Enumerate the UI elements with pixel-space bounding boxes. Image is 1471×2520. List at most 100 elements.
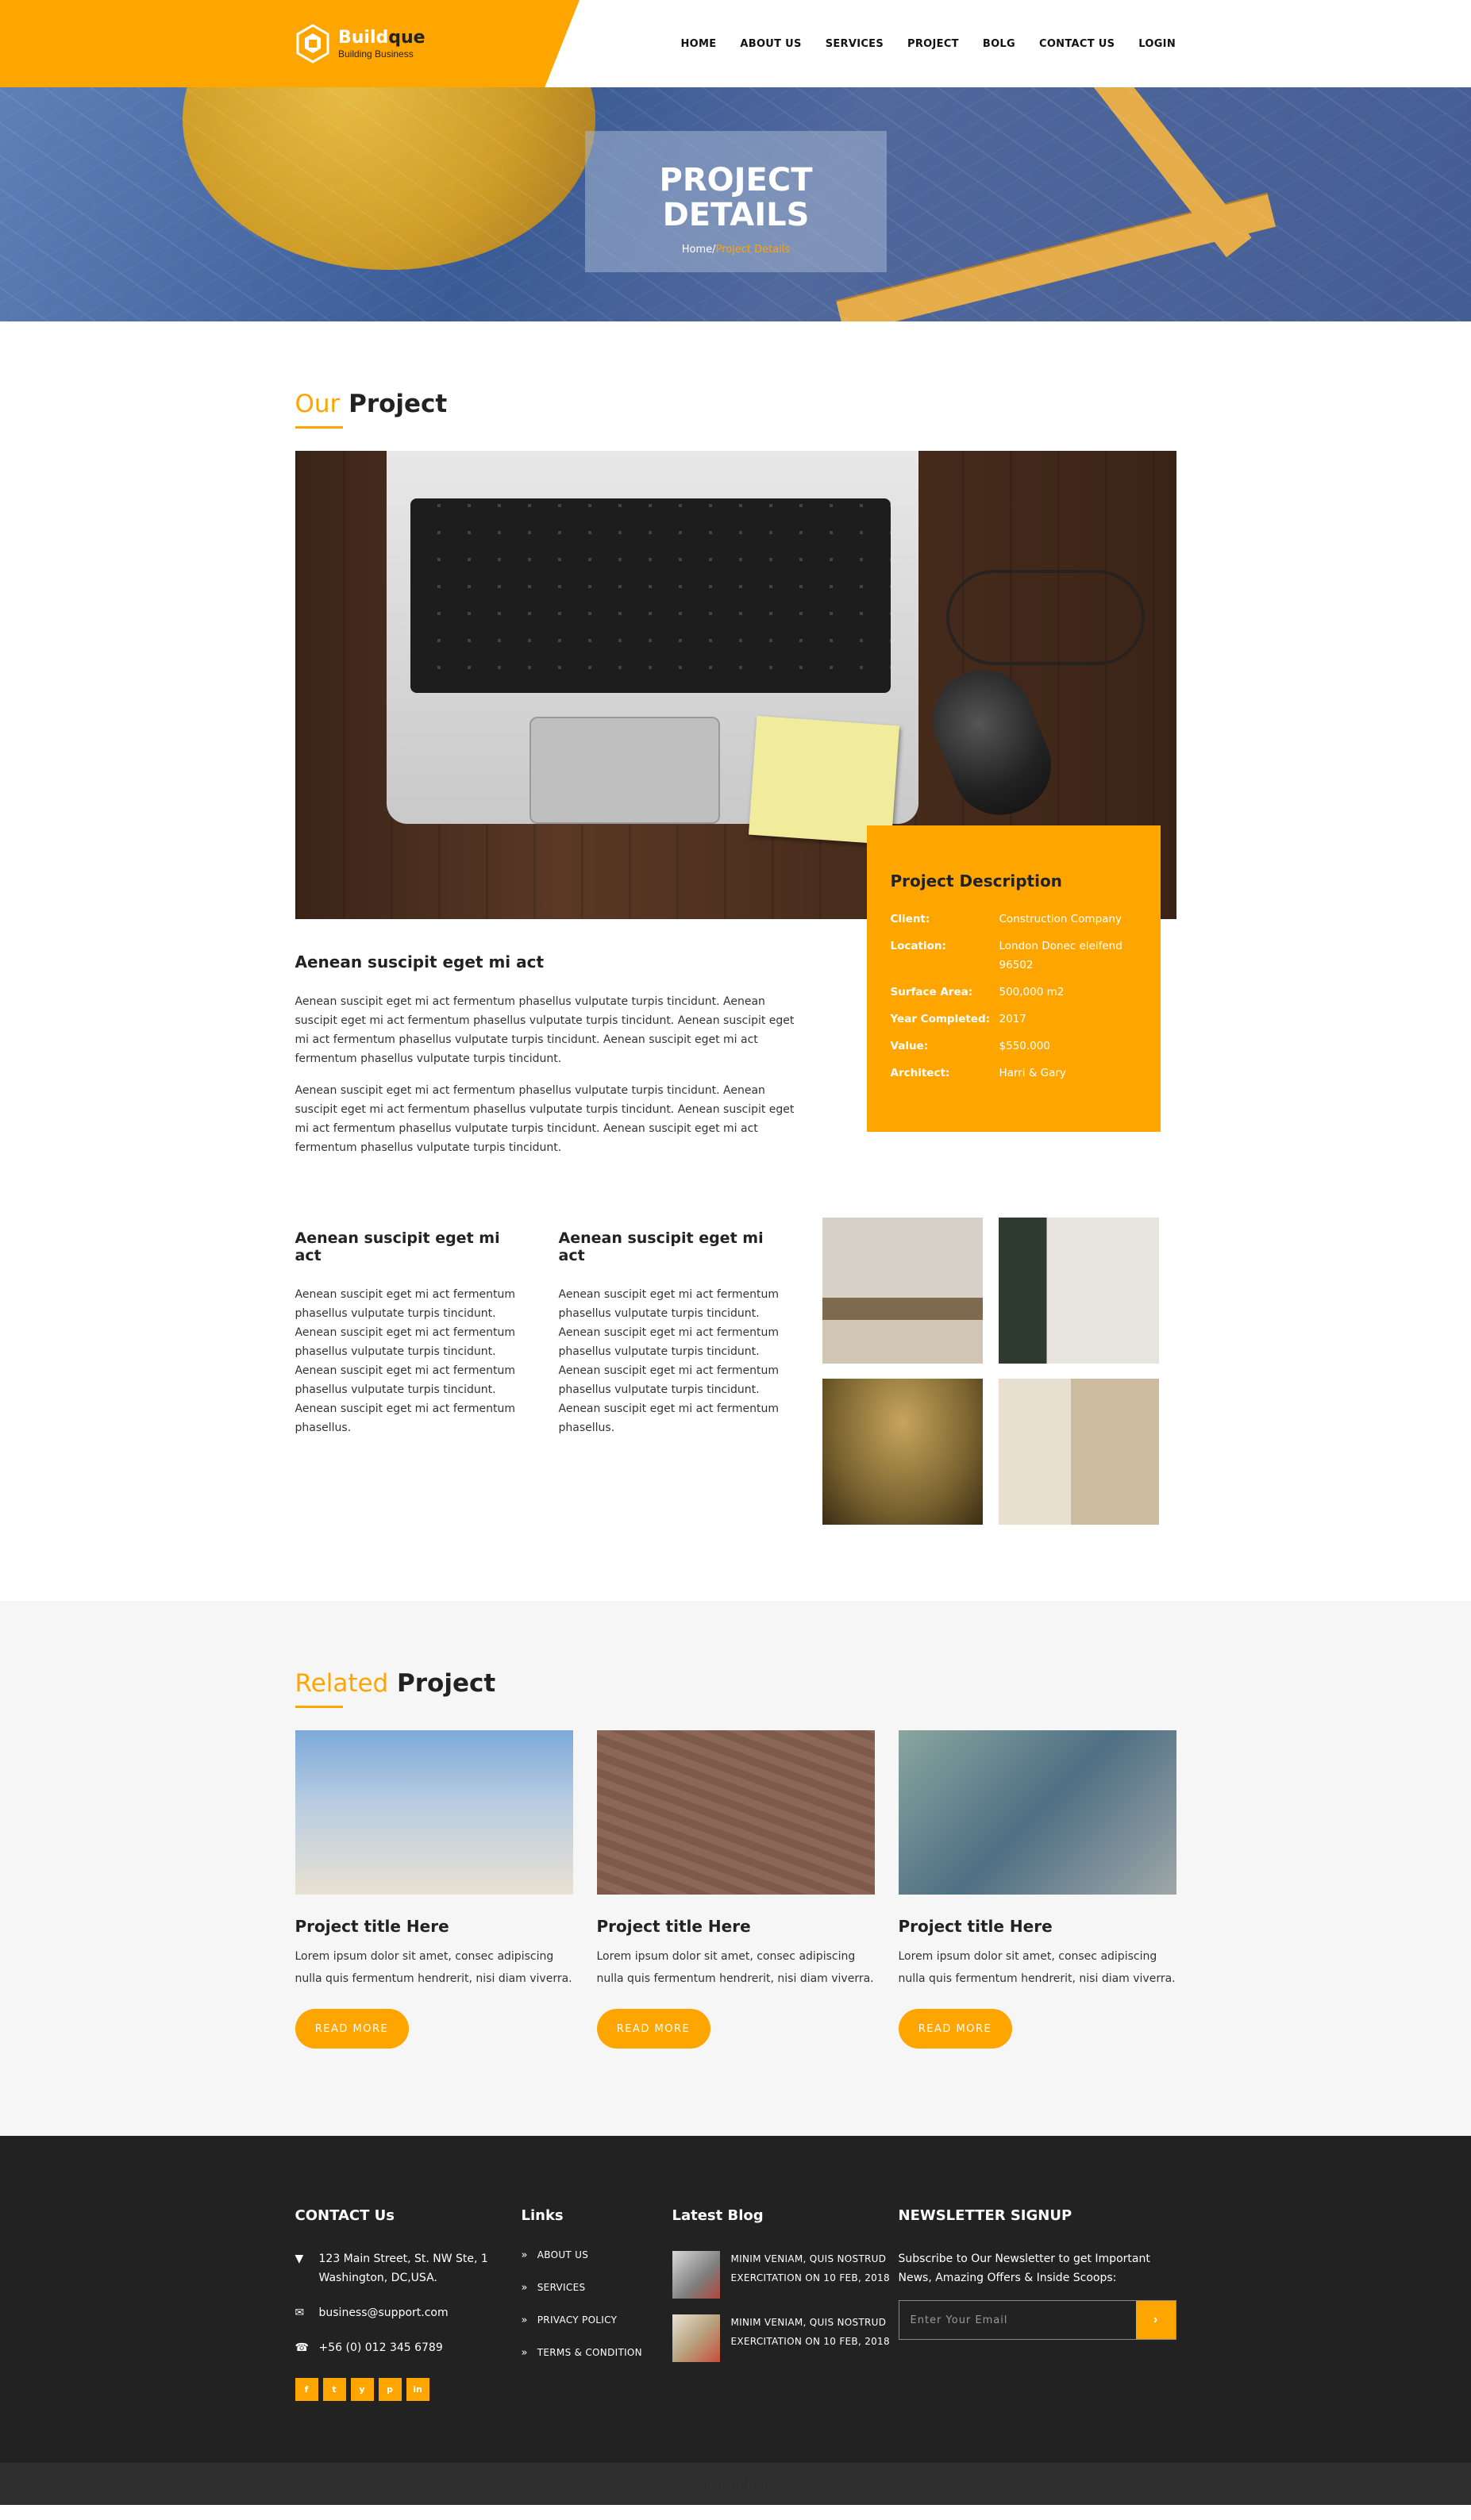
footer-links-title: Links <box>521 2207 564 2224</box>
contact-email-row: ✉ business@support.com <box>295 2303 522 2322</box>
phone-icon: ☎ <box>295 2341 309 2354</box>
desc-client: Client: Construction Company <box>891 910 1137 929</box>
blog-item-text: MINIM VENIAM, QUIS NOSTRUD EXERCITATION … <box>730 2317 890 2347</box>
desc-value: Value: $550.000 <box>891 1037 1137 1056</box>
feature-heading-1: Aenean suscipit eget mi act <box>295 1229 500 1264</box>
hero-banner: PROJECT DETAILS Home/Project Details <box>0 87 1471 321</box>
desc-year-value: 2017 <box>999 1013 1026 1025</box>
logo[interactable]: Buildque Building Business <box>295 24 426 63</box>
social-links: f t y p in <box>295 2378 522 2401</box>
footer-contact: CONTACT Us ▼ 123 Main Street, St. NW Ste,… <box>295 2207 522 2401</box>
footer-link-services[interactable]: SERVICES <box>522 2282 672 2294</box>
project-title-accent: Our <box>295 390 341 418</box>
desc-architect: Architect: Harri & Gary <box>891 1064 1137 1083</box>
mail-icon: ✉ <box>295 2306 305 2319</box>
desc-year: Year Completed: 2017 <box>891 1010 1137 1029</box>
nav-home[interactable]: HOME <box>680 38 716 50</box>
contact-phone[interactable]: +56 (0) 012 345 6789 <box>319 2338 443 2357</box>
read-more-button[interactable]: READ MORE <box>596 2009 710 2049</box>
project-text: Aenean suscipit eget mi act Aenean susci… <box>295 919 795 1170</box>
contact-phone-row: ☎ +56 (0) 012 345 6789 <box>295 2338 522 2357</box>
keyboard-graphic <box>410 498 891 693</box>
twitter-icon[interactable]: t <box>322 2378 346 2401</box>
desc-location-label: Location: <box>890 940 946 952</box>
desc-client-label: Client: <box>890 913 930 925</box>
gallery-image-3[interactable] <box>822 1379 983 1525</box>
nav-services[interactable]: SERVICES <box>826 38 884 50</box>
copyright-bar: Company Name <box>0 2463 1471 2505</box>
brand-accent: que <box>388 28 426 48</box>
contact-address-row: ▼ 123 Main Street, St. NW Ste, 1 Washingt… <box>295 2249 522 2287</box>
related-card-text: Lorem ipsum dolor sit amet, consec adipi… <box>596 1950 874 1985</box>
newsletter-submit-button[interactable]: › <box>1135 2301 1176 2339</box>
pinterest-icon[interactable]: p <box>378 2378 402 2401</box>
related-title-main: Project <box>397 1669 496 1698</box>
feature-column-1: Aenean suscipit eget mi act Aenean susci… <box>295 1218 519 1525</box>
facebook-icon[interactable]: f <box>295 2378 318 2401</box>
project-section-title: Our Project <box>295 390 1176 418</box>
footer-link-terms[interactable]: TERMS & CONDITION <box>522 2347 672 2359</box>
main-nav: HOME ABOUT US SERVICES PROJECT BOLG CONT… <box>680 0 1176 87</box>
gallery-image-1[interactable] <box>822 1218 983 1364</box>
desc-year-label: Year Completed: <box>890 1013 991 1025</box>
footer-newsletter-title: NEWSLETTER SIGNUP <box>898 2207 1072 2224</box>
nav-contact-us[interactable]: CONTACT US <box>1039 38 1115 50</box>
breadcrumb-home[interactable]: Home/ <box>682 244 716 256</box>
newsletter-email-input[interactable] <box>899 2301 1136 2339</box>
newsletter-text: Subscribe to Our Newsletter to get Impor… <box>898 2253 1150 2284</box>
related-card-text: Lorem ipsum dolor sit amet, consec adipi… <box>295 1950 572 1985</box>
related-card: Project title Here Lorem ipsum dolor sit… <box>295 1730 573 2049</box>
nav-project[interactable]: PROJECT <box>907 38 959 50</box>
brand-tagline: Building Business <box>338 48 414 60</box>
hero-title-box: PROJECT DETAILS Home/Project Details <box>585 131 887 272</box>
blog-item[interactable]: MINIM VENIAM, QUIS NOSTRUD EXERCITATION … <box>672 2249 899 2299</box>
desc-architect-value: Harri & Gary <box>999 1067 1066 1079</box>
blog-item-text: MINIM VENIAM, QUIS NOSTRUD EXERCITATION … <box>730 2253 890 2283</box>
desc-area-value: 500,000 m2 <box>999 986 1065 998</box>
title-underline <box>295 426 343 429</box>
feature-text-1: Aenean suscipit eget mi act fermentum ph… <box>295 1288 516 1434</box>
linkedin-icon[interactable]: in <box>406 2378 429 2401</box>
nav-login[interactable]: LOGIN <box>1138 38 1176 50</box>
footer-contact-title: CONTACT Us <box>295 2207 395 2224</box>
page-title: PROJECT DETAILS <box>585 163 887 233</box>
related-section-title: Related Project <box>295 1669 1176 1698</box>
project-feature-block: Aenean suscipit eget mi act Aenean susci… <box>295 1218 1176 1525</box>
related-card-title[interactable]: Project title Here <box>597 1917 875 1936</box>
footer-latest-blog: Latest Blog MINIM VENIAM, QUIS NOSTRUD E… <box>672 2207 899 2401</box>
site-footer: CONTACT Us ▼ 123 Main Street, St. NW Ste,… <box>0 2136 1471 2463</box>
read-more-button[interactable]: READ MORE <box>295 2009 409 2049</box>
nav-about-us[interactable]: ABOUT US <box>740 38 801 50</box>
related-card-image[interactable] <box>898 1730 1176 1895</box>
contact-email[interactable]: business@support.com <box>319 2303 449 2322</box>
related-card-image[interactable] <box>596 1730 875 1895</box>
blog-item[interactable]: MINIM VENIAM, QUIS NOSTRUD EXERCITATION … <box>672 2313 899 2362</box>
related-card-text: Lorem ipsum dolor sit amet, consec adipi… <box>898 1950 1176 1985</box>
blog-thumbnail <box>672 2314 720 2362</box>
project-paragraph-2: Aenean suscipit eget mi act fermentum ph… <box>295 1084 795 1154</box>
nav-blog[interactable]: BOLG <box>983 38 1015 50</box>
location-pin-icon: ▼ <box>295 2253 304 2265</box>
desc-location: Location: London Donec eleifend 96502 <box>891 937 1137 975</box>
brand-main: Build <box>338 28 389 48</box>
footer-link-about-us[interactable]: ABOUT US <box>522 2249 672 2261</box>
logo-band <box>0 0 580 87</box>
related-card-title[interactable]: Project title Here <box>295 1917 573 1936</box>
blog-thumbnail <box>672 2251 720 2299</box>
gallery-image-4[interactable] <box>998 1379 1159 1525</box>
related-card-image[interactable] <box>295 1730 573 1895</box>
footer-link-privacy-policy[interactable]: PRIVACY POLICY <box>522 2314 672 2326</box>
footer-links: Links ABOUT US SERVICES PRIVACY POLICY T… <box>522 2207 672 2401</box>
gallery-image-2[interactable] <box>998 1218 1159 1364</box>
copyright-text: Company Name <box>691 2477 780 2491</box>
project-title-main: Project <box>348 390 448 418</box>
newsletter-form: › <box>898 2300 1176 2340</box>
project-gallery <box>822 1218 1159 1525</box>
related-card-title[interactable]: Project title Here <box>899 1917 1176 1936</box>
read-more-button[interactable]: READ MORE <box>898 2009 1012 2049</box>
youtube-icon[interactable]: y <box>350 2378 374 2401</box>
desc-area-label: Surface Area: <box>890 986 973 998</box>
site-header: Buildque Building Business HOME ABOUT US… <box>0 0 1471 87</box>
desc-architect-label: Architect: <box>890 1067 950 1079</box>
footer-blog-title: Latest Blog <box>672 2207 764 2224</box>
